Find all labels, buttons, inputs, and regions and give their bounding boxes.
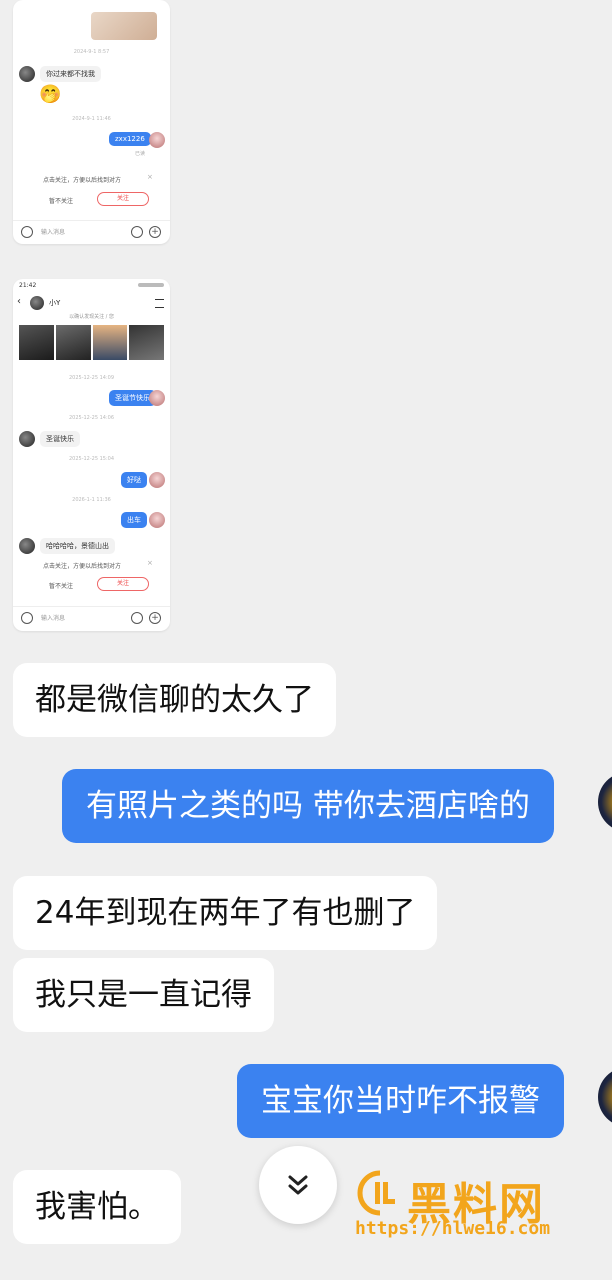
emoji-sticker: 🤭 bbox=[39, 84, 62, 105]
message-bubble-right: 宝宝你当时咋不报警 bbox=[237, 1064, 564, 1138]
watermark-logo bbox=[357, 1170, 395, 1216]
double-chevron-down-icon bbox=[288, 1175, 308, 1195]
message-bubble-left: 你过来都不找我 bbox=[40, 66, 101, 82]
timestamp: 2025-12-25 14:06 bbox=[68, 415, 115, 421]
scroll-to-bottom-button[interactable] bbox=[259, 1146, 337, 1224]
menu-icon[interactable] bbox=[155, 299, 164, 308]
timestamp: 2026-1-1 11:36 bbox=[72, 497, 111, 503]
follow-prompt: 点击关注，方便以后找到对方 bbox=[43, 177, 122, 184]
input-bar: 输入消息 + bbox=[13, 606, 170, 631]
message-input[interactable]: 输入消息 bbox=[41, 613, 65, 622]
message-bubble-right: 出车 bbox=[121, 512, 147, 528]
message-bubble-right: 好哒 bbox=[121, 472, 147, 488]
status-time: 21:42 bbox=[19, 282, 37, 289]
emoji-icon[interactable] bbox=[131, 226, 143, 238]
user-avatar bbox=[598, 772, 612, 832]
message-bubble-left: 都是微信聊的太久了 bbox=[13, 663, 336, 737]
read-receipt: 已读 bbox=[135, 151, 146, 157]
plus-icon[interactable]: + bbox=[149, 226, 161, 238]
message-bubble-right: zxx1226 bbox=[109, 132, 151, 146]
message-bubble-left: 哈哈哈哈，景德山出 bbox=[40, 538, 115, 554]
user-avatar bbox=[149, 132, 165, 148]
watermark-url: https://hlwe16.com bbox=[355, 1218, 551, 1239]
input-bar: 输入消息 + bbox=[13, 220, 170, 244]
voice-icon[interactable] bbox=[21, 226, 33, 238]
message-bubble-left: 24年到现在两年了有也删了 bbox=[13, 876, 438, 950]
watermark: 黑料网 https://hlwe16.com bbox=[355, 1168, 585, 1248]
skip-follow-button[interactable]: 暂不关注 bbox=[49, 581, 73, 590]
profile-photo[interactable] bbox=[129, 325, 164, 360]
emoji-icon[interactable] bbox=[131, 612, 143, 624]
profile-photo[interactable] bbox=[55, 325, 91, 360]
status-icons bbox=[138, 283, 164, 287]
skip-follow-button[interactable]: 暂不关注 bbox=[49, 196, 73, 205]
message-bubble-left: 我害怕。 bbox=[13, 1170, 181, 1244]
contact-avatar bbox=[19, 431, 35, 447]
sub-caption: 以确认发现关注 / 您 bbox=[69, 314, 114, 320]
back-icon[interactable]: ‹ bbox=[17, 296, 21, 307]
user-avatar bbox=[149, 390, 165, 406]
contact-avatar bbox=[19, 66, 35, 82]
plus-icon[interactable]: + bbox=[149, 612, 161, 624]
timestamp: 2024-9-1 8:57 bbox=[73, 49, 110, 55]
contact-name: 小Y bbox=[49, 299, 61, 307]
profile-photo[interactable] bbox=[92, 325, 128, 360]
timestamp: 2025-12-25 15:04 bbox=[68, 456, 115, 462]
message-bubble-left: 圣诞快乐 bbox=[40, 431, 80, 447]
user-avatar bbox=[149, 512, 165, 528]
message-bubble-right: 有照片之类的吗 带你去酒店啥的 bbox=[62, 769, 554, 843]
voice-icon[interactable] bbox=[21, 612, 33, 624]
timestamp: 2024-9-1 11:46 bbox=[72, 116, 111, 122]
follow-button[interactable]: 关注 bbox=[97, 577, 149, 591]
contact-avatar bbox=[30, 296, 44, 310]
message-input[interactable]: 输入消息 bbox=[41, 227, 65, 236]
photo-strip bbox=[19, 325, 164, 360]
embedded-screenshot-2: 21:42 ‹ 小Y 以确认发现关注 / 您 2025-12-25 14:09 … bbox=[13, 279, 170, 631]
embedded-screenshot-1: 2024-9-1 8:57 你过来都不找我 🤭 2024-9-1 11:46 z… bbox=[13, 0, 170, 244]
message-bubble-left: 我只是一直记得 bbox=[13, 958, 274, 1032]
image-thumbnail bbox=[91, 12, 157, 40]
user-avatar bbox=[149, 472, 165, 488]
contact-avatar bbox=[19, 538, 35, 554]
close-icon[interactable]: × bbox=[147, 173, 153, 181]
close-icon[interactable]: × bbox=[147, 559, 153, 567]
follow-button[interactable]: 关注 bbox=[97, 192, 149, 206]
follow-prompt: 点击关注，方便以后找到对方 bbox=[43, 563, 122, 570]
profile-photo[interactable] bbox=[19, 325, 54, 360]
user-avatar bbox=[598, 1067, 612, 1127]
timestamp: 2025-12-25 14:09 bbox=[68, 375, 115, 381]
